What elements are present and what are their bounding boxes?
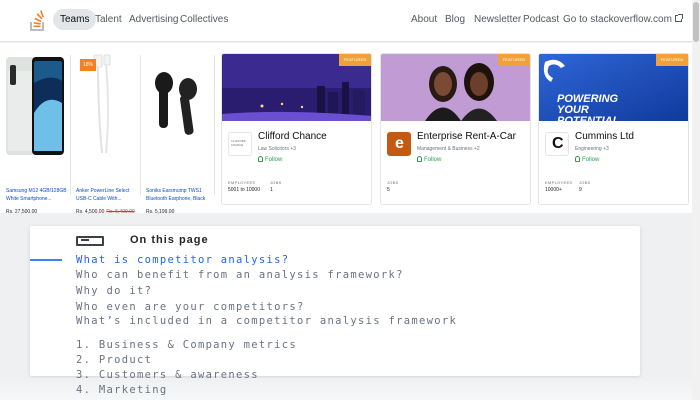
stat-value: 5	[387, 187, 390, 193]
nav-collectives[interactable]: Collectives	[180, 14, 228, 25]
product-card[interactable]: Soniks Earsmump TWS1 Bluetooth Earphone,…	[146, 53, 212, 215]
toc-item-whats-included[interactable]: What’s included in a competitor analysis…	[76, 316, 546, 327]
nav-podcast[interactable]: Podcast	[523, 14, 559, 25]
scrollbar-thumb[interactable]	[693, 2, 699, 42]
stat-label: JOBS	[579, 180, 591, 185]
follow-button[interactable]: Follow	[575, 156, 599, 163]
stat-label: EMPLOYEES	[545, 180, 573, 185]
company-logo: e	[387, 132, 411, 156]
stat-label: EMPLOYEES	[228, 180, 256, 185]
on-this-page-title: On this page	[130, 234, 209, 246]
toc-item-customers-awareness[interactable]: 3. Customers & awareness	[76, 369, 259, 381]
company-logo: CLIFFORD CHANCE	[228, 132, 252, 156]
company-tags: Engineering +3	[575, 146, 609, 152]
toc-item-who-are-competitors[interactable]: Who even are your competitors?	[76, 301, 305, 313]
divider	[140, 55, 141, 195]
toc-item-business-company-metrics[interactable]: 1. Business & Company metrics	[76, 339, 297, 351]
product-current-price: Rs. 4,500.00	[76, 209, 105, 215]
toc-item-who-can-benefit[interactable]: Who can benefit from an analysis framewo…	[76, 269, 404, 281]
toc-item-why-do-it[interactable]: Why do it?	[76, 285, 152, 297]
product-name[interactable]: Anker PowerLine Select USB-C Cable With.…	[76, 187, 140, 203]
divider	[70, 55, 71, 195]
bell-icon	[258, 156, 263, 162]
company-card[interactable]: POWERING YOUR POTENTIAL FEATURED C Cummi…	[538, 53, 689, 205]
toc-item-product[interactable]: 2. Product	[76, 354, 152, 366]
on-this-page-panel: On this page What is competitor analysis…	[30, 226, 640, 376]
discount-badge: 18%	[80, 59, 96, 71]
bell-icon	[575, 156, 580, 162]
stat-value: 10000+	[545, 187, 562, 193]
stackoverflow-logo-icon[interactable]	[30, 6, 46, 32]
company-tags: Law Solicitors +3	[258, 146, 296, 152]
earbuds-image	[155, 72, 197, 135]
follow-button[interactable]: Follow	[417, 156, 441, 163]
company-card[interactable]: FEATURED e Enterprise Rent-A-Car Managem…	[380, 53, 531, 205]
follow-button[interactable]: Follow	[258, 156, 282, 163]
product-price: Rs. 5,199.00	[146, 209, 174, 215]
stat-value: 5001 to 10000	[228, 187, 260, 193]
external-link-icon	[674, 14, 683, 22]
scrollbar[interactable]	[692, 0, 700, 400]
company-name[interactable]: Clifford Chance	[258, 131, 327, 142]
top-navigation: Teams Talent Advertising Collectives Abo…	[0, 0, 692, 42]
product-card[interactable]: Samsung M12 4GB/128GB White Smartphone..…	[6, 53, 70, 215]
nav-blog[interactable]: Blog	[445, 14, 465, 25]
company-logo: C	[545, 132, 569, 156]
stat-label: JOBS	[387, 180, 399, 185]
nav-go-to-stackoverflow[interactable]: Go to stackoverflow.com	[563, 14, 683, 25]
stat-value: 9	[579, 187, 582, 193]
company-logo-text: e	[395, 135, 404, 152]
product-name[interactable]: Samsung M12 4GB/128GB White Smartphone..…	[6, 187, 70, 203]
product-name[interactable]: Soniks Earsmump TWS1 Bluetooth Earphone,…	[146, 187, 210, 203]
sponsored-band: Samsung M12 4GB/128GB White Smartphone..…	[0, 43, 692, 215]
nav-teams[interactable]: Teams	[53, 9, 97, 30]
divider	[214, 55, 215, 195]
toc-item-marketing[interactable]: 4. Marketing	[76, 384, 167, 396]
company-logo-text: CLIFFORD CHANCE	[231, 140, 246, 147]
follow-label: Follow	[582, 157, 600, 163]
featured-badge: FEATURED	[339, 54, 371, 66]
product-old-price: Rs. 5,499.00	[106, 209, 135, 215]
banner-tagline: POWERING YOUR POTENTIAL	[557, 93, 620, 127]
nav-go-to-stackoverflow-label: Go to stackoverflow.com	[563, 14, 672, 25]
stat-value: 1	[270, 187, 273, 193]
follow-label: Follow	[265, 157, 283, 163]
smartphone-image	[6, 57, 64, 155]
toc-item-what-is-competitor-analysis[interactable]: What is competitor analysis?	[76, 254, 289, 266]
product-price: Rs. 4,500.00 Rs. 5,499.00	[76, 209, 135, 215]
nav-advertising[interactable]: Advertising	[129, 14, 178, 25]
follow-label: Follow	[424, 157, 442, 163]
nav-about[interactable]: About	[411, 14, 437, 25]
bell-icon	[417, 156, 422, 162]
list-icon	[76, 236, 104, 246]
active-item-marker	[30, 259, 62, 261]
company-logo-text: C	[552, 135, 564, 152]
company-name[interactable]: Enterprise Rent-A-Car	[417, 131, 516, 142]
product-card[interactable]: 18% Anker PowerLine Select USB-C Cable W…	[76, 53, 140, 215]
stat-label: JOBS	[270, 180, 282, 185]
featured-badge: FEATURED	[656, 54, 688, 66]
nav-talent[interactable]: Talent	[95, 14, 122, 25]
product-current-price: Rs. 5,199.00	[146, 209, 175, 215]
nav-newsletter[interactable]: Newsletter	[474, 14, 521, 25]
company-tags: Management & Business +2	[417, 146, 480, 152]
company-card[interactable]: FEATURED CLIFFORD CHANCE Clifford Chance…	[221, 53, 372, 205]
featured-badge: FEATURED	[498, 54, 530, 66]
product-price: Rs. 27,500.00	[6, 209, 37, 215]
product-current-price: Rs. 27,500.00	[6, 209, 38, 215]
company-name[interactable]: Cummins Ltd	[575, 131, 634, 142]
